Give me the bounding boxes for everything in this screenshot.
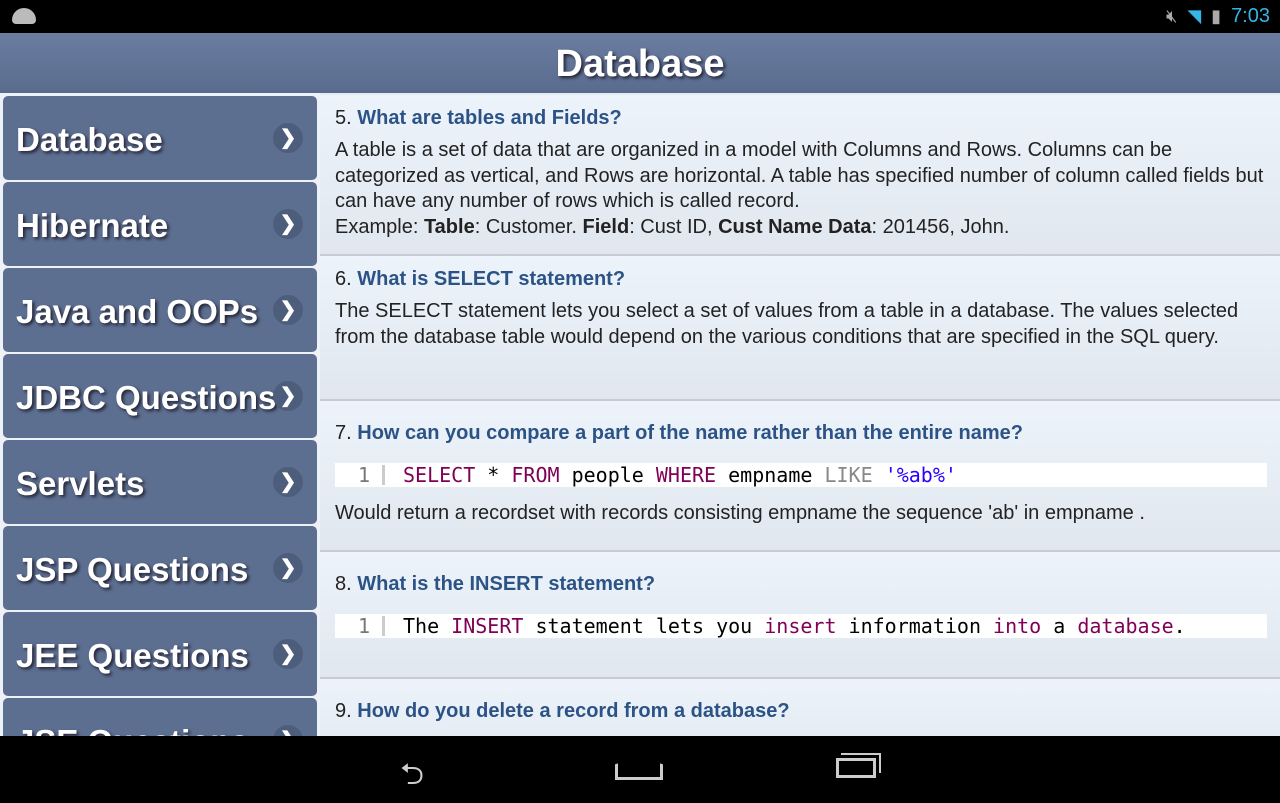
sidebar-item-hibernate[interactable]: Hibernate ❯ bbox=[3, 182, 317, 266]
code-keyword: database bbox=[1077, 614, 1174, 638]
sidebar-item-java-oops[interactable]: Java and OOPs ❯ bbox=[3, 268, 317, 352]
question-number: 5. bbox=[335, 107, 352, 129]
sidebar-item-label: JDBC Questions bbox=[16, 379, 277, 416]
code-keyword: INSERT bbox=[451, 614, 524, 638]
sidebar-item-database[interactable]: Database ❯ bbox=[3, 96, 317, 180]
code-keyword: insert bbox=[764, 614, 837, 638]
chevron-right-icon: ❯ bbox=[273, 725, 303, 736]
chevron-right-icon: ❯ bbox=[273, 123, 303, 153]
answer-text: The SELECT statement lets you select a s… bbox=[335, 300, 1239, 348]
questions-list[interactable]: 5. What are tables and Fields? A table i… bbox=[320, 93, 1280, 736]
code-operator: LIKE bbox=[824, 463, 873, 487]
code-string: '%ab%' bbox=[884, 463, 957, 487]
sidebar-item-jsp[interactable]: JSP Questions ❯ bbox=[3, 526, 317, 610]
sidebar-item-label: Java and OOPs bbox=[16, 293, 259, 330]
wifi-icon: ◥ bbox=[1187, 6, 1202, 26]
back-button[interactable]: ⮌ bbox=[400, 752, 424, 803]
code-text: * bbox=[475, 463, 512, 487]
code-text: empname bbox=[716, 463, 825, 487]
sidebar-item-jse[interactable]: JSE Questions ❯ bbox=[3, 698, 317, 736]
answer-body: A table is a set of data that are organi… bbox=[335, 139, 1264, 212]
line-number: 1 bbox=[335, 616, 385, 636]
sidebar-item-label: Servlets bbox=[16, 465, 145, 502]
sidebar-item-servlets[interactable]: Servlets ❯ bbox=[3, 440, 317, 524]
question-item: 7. How can you compare a part of the nam… bbox=[320, 401, 1280, 552]
answer-text: Would return a recordset with records co… bbox=[335, 502, 1145, 524]
chevron-right-icon: ❯ bbox=[273, 467, 303, 497]
code-keyword: into bbox=[993, 614, 1042, 638]
code-text: The bbox=[403, 614, 452, 638]
code-keyword: FROM bbox=[511, 463, 560, 487]
code-text: . bbox=[1173, 614, 1186, 638]
code-text: people bbox=[559, 463, 656, 487]
example-value: : Cust ID, bbox=[629, 215, 719, 238]
sidebar-item-jdbc[interactable]: JDBC Questions ❯ bbox=[3, 354, 317, 438]
question-title: How can you compare a part of the name r… bbox=[357, 422, 1023, 444]
answer-text: A table is a set of data that are organi… bbox=[335, 138, 1265, 240]
example-key: Cust Name Data bbox=[718, 215, 872, 238]
question-item: 5. What are tables and Fields? A table i… bbox=[320, 95, 1280, 256]
question-title: What is the INSERT statement? bbox=[357, 573, 656, 595]
question-number: 6. bbox=[335, 268, 352, 290]
question-item: 8. What is the INSERT statement? 1 The IN… bbox=[320, 552, 1280, 679]
clock: 7:03 bbox=[1231, 5, 1270, 27]
example-key: Table bbox=[423, 215, 475, 238]
example-label: Example: bbox=[335, 215, 424, 238]
sidebar-item-label: Hibernate bbox=[16, 207, 169, 244]
code-block: 1 The INSERT statement lets you insert in… bbox=[335, 614, 1267, 638]
question-title: What is SELECT statement? bbox=[357, 268, 626, 290]
chevron-right-icon: ❯ bbox=[273, 381, 303, 411]
sidebar-item-label: JSE Questions bbox=[16, 723, 249, 736]
line-number: 1 bbox=[335, 465, 385, 485]
chevron-right-icon: ❯ bbox=[273, 639, 303, 669]
code-block: 1 SELECT * FROM people WHERE empname LIKE… bbox=[335, 463, 1267, 487]
question-number: 8. bbox=[335, 573, 352, 595]
question-number: 7. bbox=[335, 422, 352, 444]
code-text: statement lets you bbox=[523, 614, 765, 638]
sidebar[interactable]: Database ❯ Hibernate ❯ Java and OOPs ❯ JDBC… bbox=[0, 93, 320, 736]
mute-icon: 🔇︎ bbox=[1165, 6, 1178, 26]
navigation-bar: ⮌ bbox=[0, 736, 1280, 800]
status-bar: 🔇︎ ◥ ▮ 7:03 bbox=[0, 0, 1280, 33]
question-number: 9. bbox=[335, 700, 352, 722]
example-value: : Customer. bbox=[474, 215, 583, 238]
chevron-right-icon: ❯ bbox=[273, 209, 303, 239]
android-icon bbox=[12, 8, 36, 24]
question-item: 9. How do you delete a record from a dat… bbox=[320, 679, 1280, 736]
page-title: Database bbox=[0, 33, 1280, 93]
sidebar-item-label: Database bbox=[16, 121, 163, 158]
example-key: Field bbox=[582, 215, 630, 238]
chevron-right-icon: ❯ bbox=[273, 553, 303, 583]
sidebar-item-label: JSP Questions bbox=[16, 551, 249, 588]
code-text: information bbox=[836, 614, 994, 638]
code-keyword: SELECT bbox=[403, 463, 476, 487]
home-button[interactable] bbox=[615, 756, 663, 780]
code-text: a bbox=[1041, 614, 1078, 638]
chevron-right-icon: ❯ bbox=[273, 295, 303, 325]
recent-apps-button[interactable] bbox=[836, 758, 876, 778]
code-keyword: WHERE bbox=[655, 463, 717, 487]
question-title: How do you delete a record from a databa… bbox=[357, 700, 790, 722]
battery-charging-icon: ▮ bbox=[1211, 6, 1222, 26]
sidebar-item-jee[interactable]: JEE Questions ❯ bbox=[3, 612, 317, 696]
question-item: 6. What is SELECT statement? The SELECT … bbox=[320, 256, 1280, 401]
question-title: What are tables and Fields? bbox=[357, 107, 622, 129]
sidebar-item-label: JEE Questions bbox=[16, 637, 249, 674]
example-value: : 201456, John. bbox=[871, 215, 1010, 238]
